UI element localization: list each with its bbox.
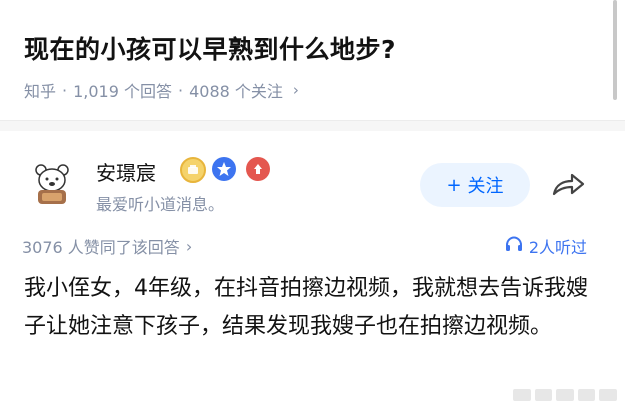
endorse-text: 3076 人赞同了该回答 [22, 238, 180, 257]
follow-button[interactable]: + 关注 [420, 163, 530, 207]
followers-count: 4088 个关注 [189, 82, 283, 101]
chevron-right-icon: › [185, 236, 193, 256]
plus-icon: + [446, 174, 462, 196]
question-title[interactable]: 现在的小孩可以早熟到什么地步? [24, 30, 396, 66]
section-divider [0, 120, 625, 131]
answer-body[interactable]: 我小侄女，4年级，在抖音拍擦边视频，我就想去告诉我嫂子让她注意下孩子，结果发现我… [24, 270, 594, 346]
blue-star-badge-icon[interactable] [212, 157, 236, 181]
red-badge-icon[interactable] [246, 157, 270, 181]
endorse-count[interactable]: 3076 人赞同了该回答 › [22, 234, 192, 258]
author-bio: 最爱听小道消息。 [96, 195, 225, 214]
headphones-icon [505, 236, 523, 256]
meta-separator: · [178, 80, 184, 100]
answers-count: 1,019 个回答 [73, 82, 173, 101]
scrollbar[interactable] [613, 0, 617, 100]
follow-label: 关注 [467, 176, 504, 197]
share-icon[interactable] [550, 172, 586, 198]
listen-button[interactable]: 2人听过 [505, 234, 587, 258]
bear-avatar-icon[interactable] [26, 158, 78, 210]
author-name[interactable]: 安璟宸 [96, 157, 156, 186]
watermark-logo [513, 389, 617, 405]
meta-separator: · [62, 80, 68, 100]
chevron-right-icon: › [292, 81, 299, 99]
listeners-text: 2人听过 [528, 238, 587, 257]
source-label: 知乎 [24, 82, 57, 101]
gold-badge-icon[interactable] [180, 157, 206, 183]
question-meta[interactable]: 知乎 · 1,019 个回答 · 4088 个关注 › [24, 78, 299, 102]
